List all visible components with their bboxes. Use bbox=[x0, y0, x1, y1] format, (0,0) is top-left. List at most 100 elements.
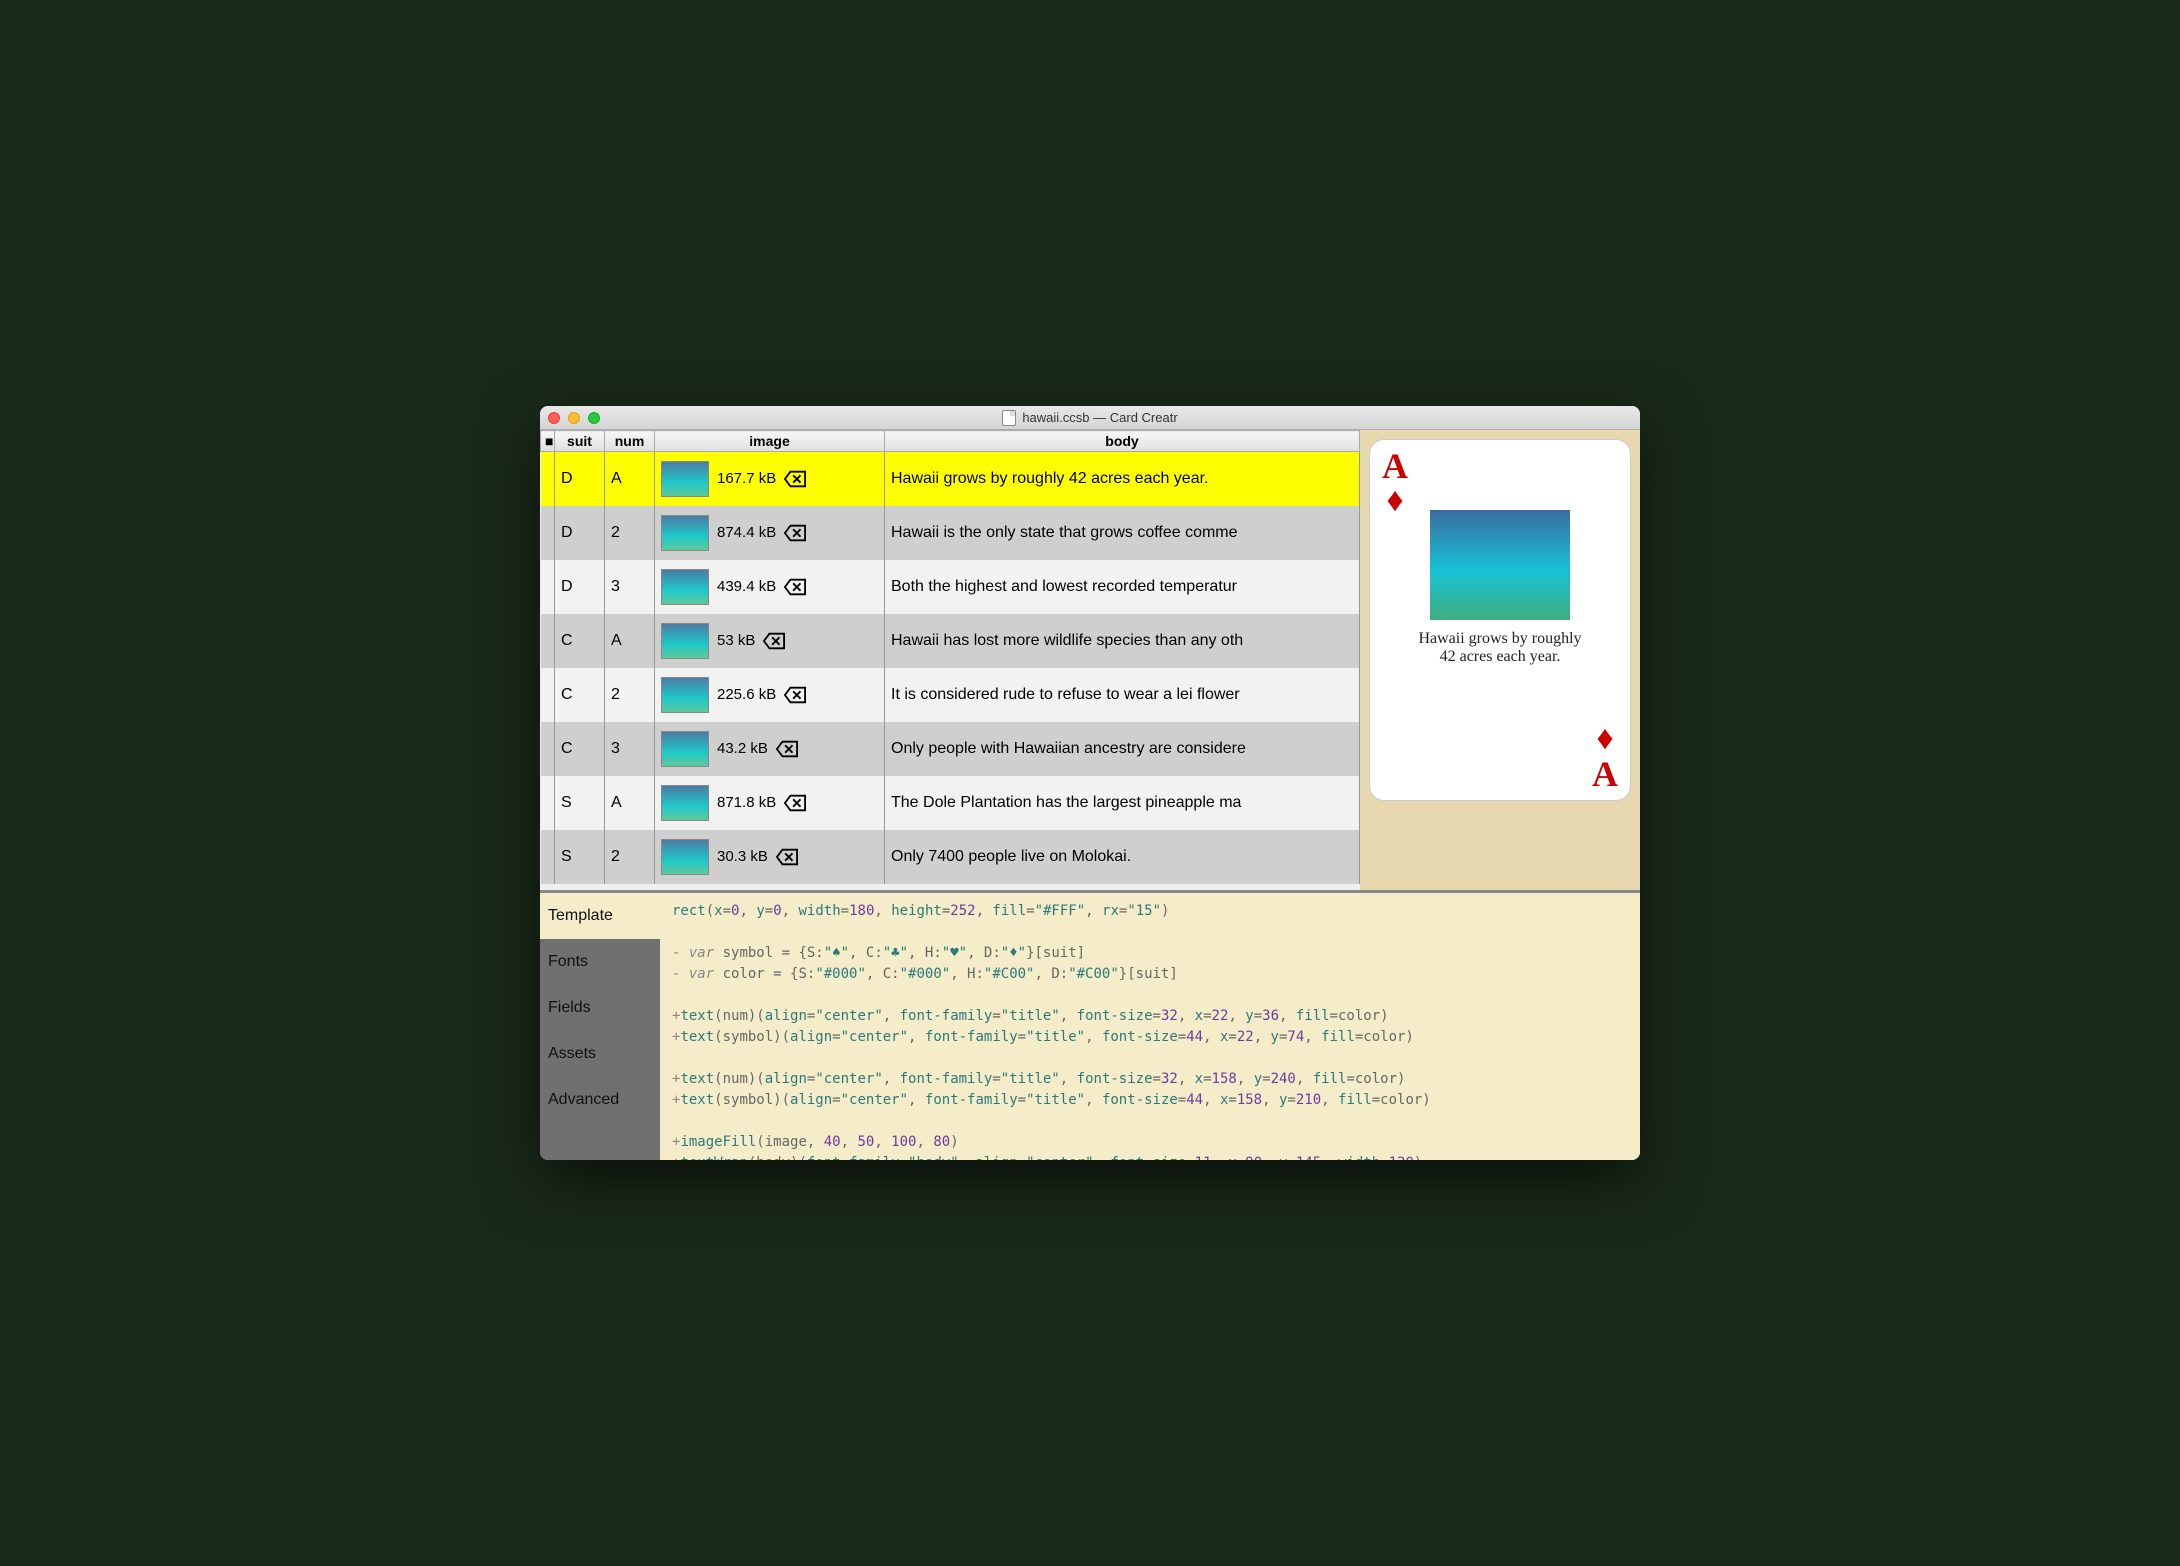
rank-bottom: A bbox=[1592, 756, 1618, 792]
file-size: 874.4 kB bbox=[717, 524, 776, 541]
cell-image[interactable]: 874.4 kB bbox=[655, 506, 885, 560]
cell-suit[interactable]: C bbox=[555, 722, 605, 776]
card-image bbox=[1430, 510, 1570, 620]
tab-fonts[interactable]: Fonts bbox=[540, 939, 660, 985]
cell-body[interactable]: Only people with Hawaiian ancestry are c… bbox=[885, 722, 1360, 776]
cell-body[interactable]: Only 7400 people live on Molokai. bbox=[885, 830, 1360, 884]
file-size: 871.8 kB bbox=[717, 794, 776, 811]
cell-mark[interactable] bbox=[541, 452, 555, 506]
table-row[interactable]: CA 53 kB Hawaii has lost more wildlife spe… bbox=[541, 614, 1360, 668]
cell-image[interactable]: 167.7 kB bbox=[655, 452, 885, 506]
table-row[interactable]: D2 874.4 kB Hawaii is the only state that … bbox=[541, 506, 1360, 560]
cell-body[interactable]: Hawaii is the only state that grows coff… bbox=[885, 506, 1360, 560]
table-row[interactable]: C3 43.2 kB Only people with Hawaiian ances… bbox=[541, 722, 1360, 776]
col-header-image[interactable]: image bbox=[655, 431, 885, 452]
delete-image-icon[interactable] bbox=[784, 470, 806, 488]
close-button[interactable] bbox=[548, 412, 560, 424]
cell-suit[interactable]: D bbox=[555, 452, 605, 506]
tab-assets[interactable]: Assets bbox=[540, 1031, 660, 1077]
corner-bottom-right: ♦ A bbox=[1592, 722, 1618, 792]
file-size: 30.3 kB bbox=[717, 848, 768, 865]
tab-advanced[interactable]: Advanced bbox=[540, 1077, 660, 1123]
delete-image-icon[interactable] bbox=[784, 686, 806, 704]
thumbnail-image bbox=[661, 731, 709, 767]
col-header-body[interactable]: body bbox=[885, 431, 1360, 452]
cell-body[interactable]: The Dole Plantation has the largest pine… bbox=[885, 776, 1360, 830]
cell-body[interactable]: Hawaii has lost more wildlife species th… bbox=[885, 614, 1360, 668]
table-row[interactable]: S2 30.3 kB Only 7400 people live on Moloka… bbox=[541, 830, 1360, 884]
pip-top: ♦ bbox=[1382, 484, 1408, 518]
cell-num[interactable]: 2 bbox=[605, 830, 655, 884]
tab-template[interactable]: Template bbox=[540, 893, 660, 939]
delete-image-icon[interactable] bbox=[763, 632, 785, 650]
table-row[interactable]: D3 439.4 kB Both the highest and lowest re… bbox=[541, 560, 1360, 614]
pip-bottom: ♦ bbox=[1592, 722, 1618, 756]
cell-image[interactable]: 871.8 kB bbox=[655, 776, 885, 830]
col-header-num[interactable]: num bbox=[605, 431, 655, 452]
cell-suit[interactable]: D bbox=[555, 506, 605, 560]
cell-body[interactable]: It is considered rude to refuse to wear … bbox=[885, 668, 1360, 722]
cell-num[interactable]: 3 bbox=[605, 560, 655, 614]
minimize-button[interactable] bbox=[568, 412, 580, 424]
cell-num[interactable]: 3 bbox=[605, 722, 655, 776]
delete-image-icon[interactable] bbox=[776, 848, 798, 866]
card-preview: A ♦ Hawaii grows by roughly 42 acres eac… bbox=[1370, 440, 1630, 800]
app-window: hawaii.ccsb — Card Creatr ■ suit num ima… bbox=[540, 406, 1640, 1160]
table-row[interactable]: DA 167.7 kB Hawaii grows by roughly 42 acr… bbox=[541, 452, 1360, 506]
table-row[interactable]: SA 871.8 kB The Dole Plantation has the la… bbox=[541, 776, 1360, 830]
document-icon bbox=[1002, 410, 1016, 426]
cell-num[interactable]: A bbox=[605, 452, 655, 506]
window-controls bbox=[548, 412, 600, 424]
titlebar: hawaii.ccsb — Card Creatr bbox=[540, 406, 1640, 430]
file-size: 225.6 kB bbox=[717, 686, 776, 703]
corner-top-left: A ♦ bbox=[1382, 448, 1408, 518]
table-header-row: ■ suit num image body bbox=[541, 431, 1360, 452]
tab-fields[interactable]: Fields bbox=[540, 985, 660, 1031]
cell-body[interactable]: Hawaii grows by roughly 42 acres each ye… bbox=[885, 452, 1360, 506]
cell-mark[interactable] bbox=[541, 776, 555, 830]
cell-mark[interactable] bbox=[541, 506, 555, 560]
cell-mark[interactable] bbox=[541, 830, 555, 884]
maximize-button[interactable] bbox=[588, 412, 600, 424]
cell-mark[interactable] bbox=[541, 614, 555, 668]
file-size: 43.2 kB bbox=[717, 740, 768, 757]
col-header-suit[interactable]: suit bbox=[555, 431, 605, 452]
template-editor[interactable]: rect(x=0, y=0, width=180, height=252, fi… bbox=[660, 893, 1640, 1160]
thumbnail-image bbox=[661, 839, 709, 875]
file-size: 53 kB bbox=[717, 632, 755, 649]
cell-image[interactable]: 439.4 kB bbox=[655, 560, 885, 614]
delete-image-icon[interactable] bbox=[776, 740, 798, 758]
cell-num[interactable]: A bbox=[605, 776, 655, 830]
cell-image[interactable]: 225.6 kB bbox=[655, 668, 885, 722]
delete-image-icon[interactable] bbox=[784, 524, 806, 542]
card-body-text: Hawaii grows by roughly 42 acres each ye… bbox=[1410, 630, 1590, 666]
cell-suit[interactable]: S bbox=[555, 830, 605, 884]
cell-suit[interactable]: C bbox=[555, 668, 605, 722]
card-preview-pane: A ♦ Hawaii grows by roughly 42 acres eac… bbox=[1360, 430, 1640, 890]
delete-image-icon[interactable] bbox=[784, 578, 806, 596]
cell-mark[interactable] bbox=[541, 560, 555, 614]
cell-suit[interactable]: C bbox=[555, 614, 605, 668]
cell-num[interactable]: 2 bbox=[605, 506, 655, 560]
cell-body[interactable]: Both the highest and lowest recorded tem… bbox=[885, 560, 1360, 614]
cell-mark[interactable] bbox=[541, 668, 555, 722]
thumbnail-image bbox=[661, 785, 709, 821]
thumbnail-image bbox=[661, 569, 709, 605]
file-size: 439.4 kB bbox=[717, 578, 776, 595]
cell-image[interactable]: 30.3 kB bbox=[655, 830, 885, 884]
table-row[interactable]: C2 225.6 kB It is considered rude to refus… bbox=[541, 668, 1360, 722]
delete-image-icon[interactable] bbox=[784, 794, 806, 812]
cell-num[interactable]: A bbox=[605, 614, 655, 668]
cell-suit[interactable]: S bbox=[555, 776, 605, 830]
cell-image[interactable]: 43.2 kB bbox=[655, 722, 885, 776]
thumbnail-image bbox=[661, 461, 709, 497]
cell-image[interactable]: 53 kB bbox=[655, 614, 885, 668]
col-header-mark[interactable]: ■ bbox=[541, 431, 555, 452]
cell-mark[interactable] bbox=[541, 722, 555, 776]
card-table: ■ suit num image body DA167.7 kBHawaii g… bbox=[540, 430, 1360, 890]
rank-top: A bbox=[1382, 448, 1408, 484]
cell-suit[interactable]: D bbox=[555, 560, 605, 614]
cell-num[interactable]: 2 bbox=[605, 668, 655, 722]
window-title-text: hawaii.ccsb — Card Creatr bbox=[1022, 410, 1177, 425]
file-size: 167.7 kB bbox=[717, 470, 776, 487]
